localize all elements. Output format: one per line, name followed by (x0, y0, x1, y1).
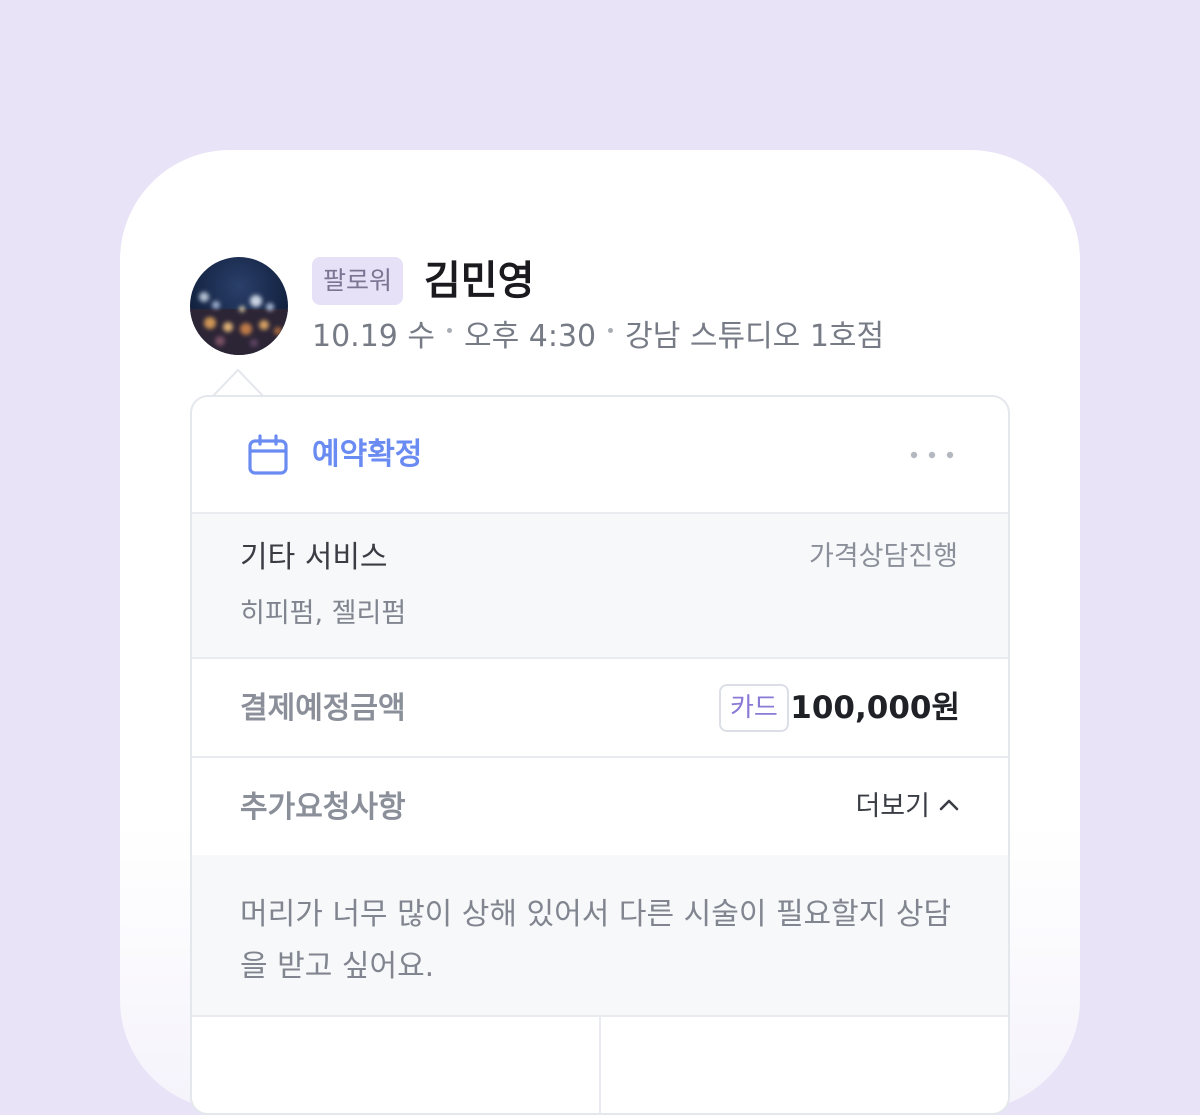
more-toggle-button[interactable]: 더보기 (855, 788, 960, 826)
payment-label: 결제예정금액 (240, 691, 406, 726)
action-row (192, 1017, 1008, 1113)
follower-badge: 팔로워 (312, 257, 404, 305)
card-header: 예약확정 (192, 397, 1008, 514)
service-price: 가격상담진행 (808, 541, 958, 572)
payment-section: 결제예정금액 카드 100,000원 (192, 659, 1008, 758)
action-button-left[interactable] (192, 1017, 601, 1113)
service-detail: 히피펌, 젤리펌 (240, 598, 407, 629)
payment-method-badge: 카드 (719, 684, 789, 732)
user-name: 김민영 (424, 258, 535, 304)
chevron-up-icon (939, 799, 959, 810)
payment-amount: 100,000원 (790, 690, 960, 726)
phone-frame: 팔로워 김민영 10.19 수 오후 4:30 강남 스튜디오 1호점 예약확정 기… (120, 150, 1080, 1115)
booking-time: 오후 4:30 (464, 319, 597, 354)
action-button-right[interactable] (601, 1017, 1008, 1113)
separator-dot (447, 328, 453, 333)
booking-status: 예약확정 (312, 437, 423, 472)
avatar-image (190, 257, 288, 355)
separator-dot (608, 328, 614, 333)
request-label: 추가요청사항 (240, 790, 406, 825)
booking-date: 10.19 수 (312, 319, 436, 354)
booking-card: 예약확정 기타 서비스 가격상담진행 히피펌, 젤리펌 결제예정금액 카드 10… (190, 395, 1010, 1115)
request-text: 머리가 너무 많이 상해 있어서 다른 시술이 필요할지 상담을 받고 싶어요. (240, 897, 952, 984)
service-name: 기타 서비스 (240, 540, 388, 575)
request-header: 추가요청사항 더보기 (192, 758, 1008, 855)
ellipsis-icon[interactable] (904, 437, 960, 473)
avatar[interactable] (190, 257, 288, 355)
more-toggle-label: 더보기 (855, 791, 930, 822)
request-body: 머리가 너무 많이 상해 있어서 다른 시술이 필요할지 상담을 받고 싶어요. (192, 855, 1008, 1017)
service-section: 기타 서비스 가격상담진행 히피펌, 젤리펌 (192, 514, 1008, 659)
card-pointer (212, 368, 264, 398)
calendar-icon (248, 434, 288, 475)
booking-location: 강남 스튜디오 1호점 (625, 319, 885, 354)
booking-meta: 10.19 수 오후 4:30 강남 스튜디오 1호점 (312, 317, 884, 357)
